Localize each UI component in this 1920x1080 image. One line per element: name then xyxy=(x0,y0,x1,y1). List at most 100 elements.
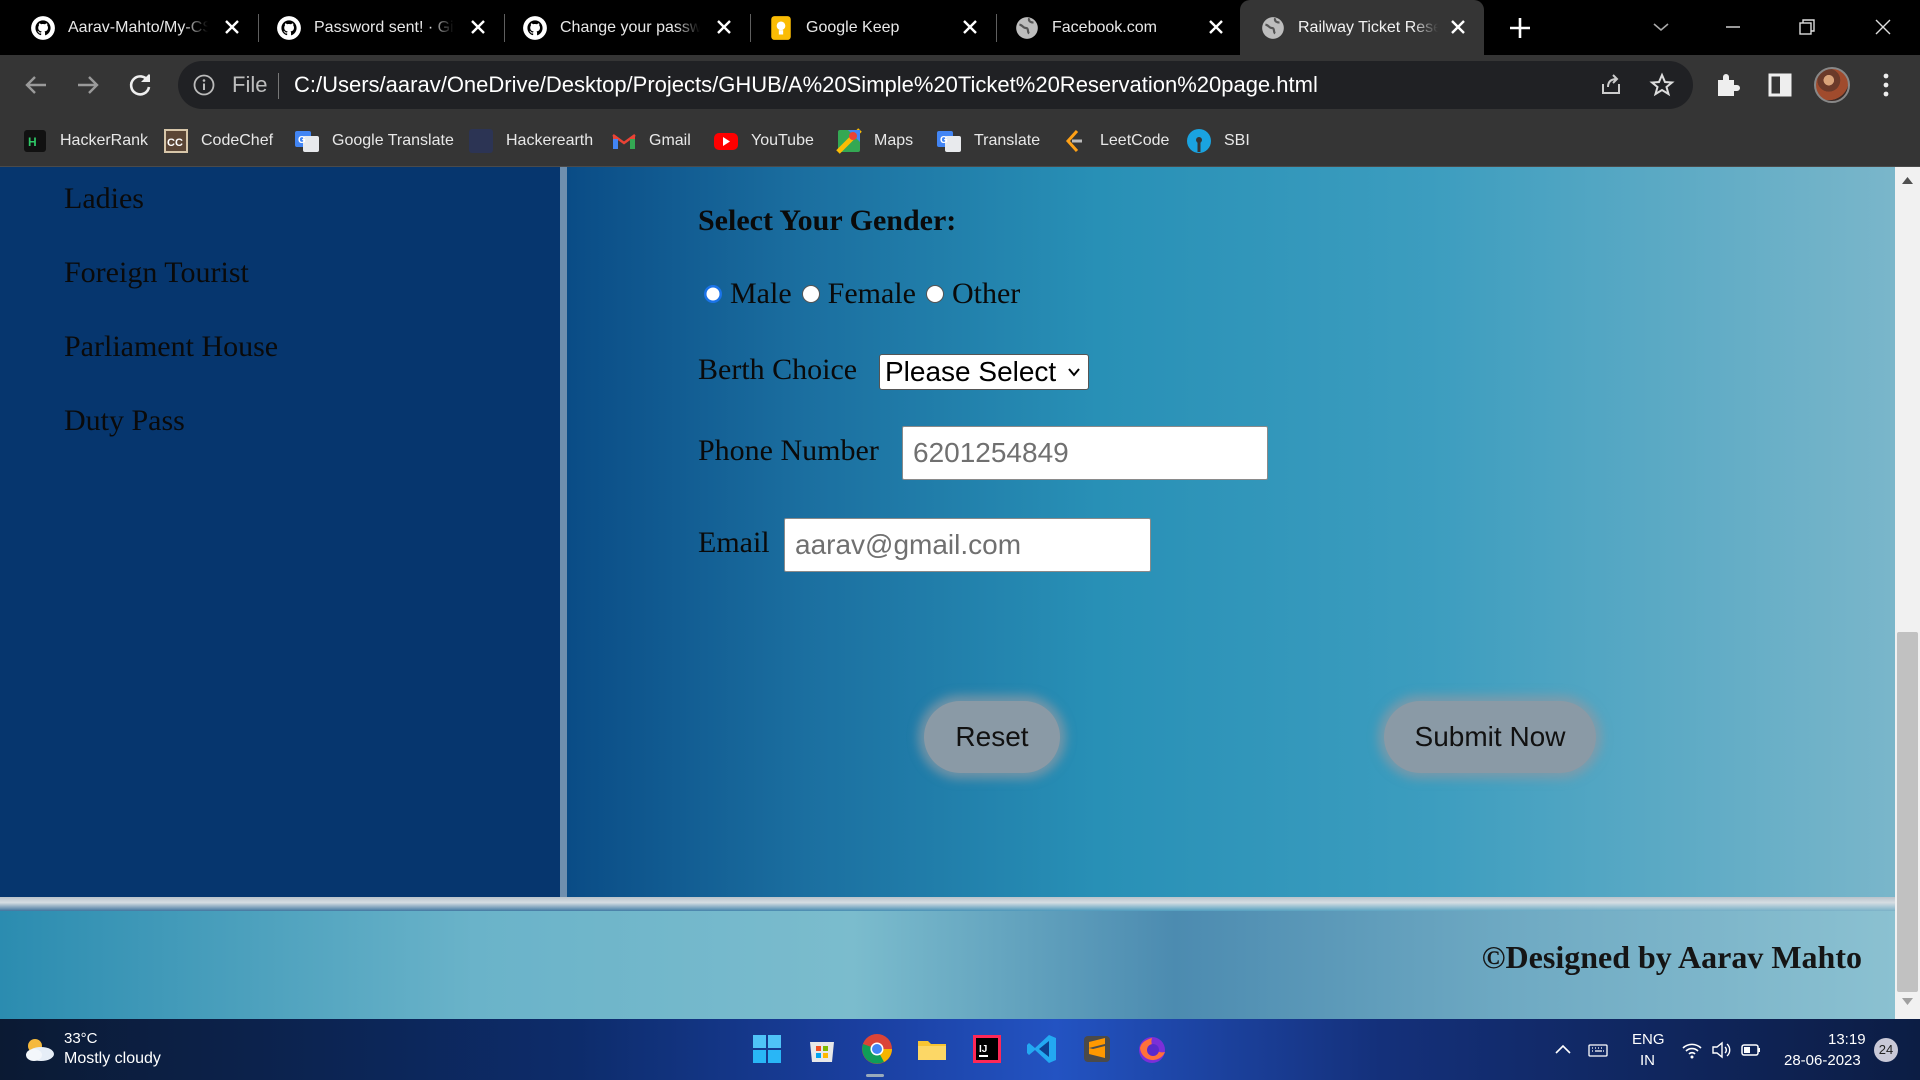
bookmark-youtube[interactable]: YouTube xyxy=(713,125,814,157)
sublime-text-icon[interactable] xyxy=(1080,1032,1114,1066)
scroll-thumb[interactable] xyxy=(1897,632,1918,992)
phone-number-input[interactable]: 6201254849 xyxy=(902,426,1268,480)
sidebar-divider xyxy=(560,167,567,897)
language-indicator[interactable]: ENG xyxy=(1632,1031,1665,1048)
side-panel-icon[interactable] xyxy=(1764,69,1796,101)
bookmark-label: HackerRank xyxy=(60,132,149,149)
svg-text:H: H xyxy=(28,135,37,149)
bookmark-hackerrank[interactable]: H HackerRank xyxy=(22,125,148,157)
new-tab-plus-icon[interactable] xyxy=(1506,14,1534,42)
tab-search-chevron-icon[interactable] xyxy=(1646,12,1676,42)
cloudy-weather-icon[interactable] xyxy=(22,1035,56,1063)
close-icon[interactable] xyxy=(222,17,242,37)
radio-male[interactable] xyxy=(704,285,722,303)
battery-icon[interactable] xyxy=(1740,1039,1762,1061)
codechef-icon: CC xyxy=(164,129,188,153)
bookmark-label: Google Translate xyxy=(332,132,454,149)
sidebar: Ladies Foreign Tourist Parliament House … xyxy=(0,167,560,897)
bookmark-google-translate[interactable]: G Google Translate xyxy=(294,125,454,157)
extensions-puzzle-icon[interactable] xyxy=(1712,69,1744,101)
tab-change-password[interactable]: Change your password xyxy=(492,0,738,55)
tab-google-keep[interactable]: Google Keep xyxy=(738,0,984,55)
sidebar-item-duty-pass[interactable]: Duty Pass xyxy=(64,403,185,439)
radio-female[interactable] xyxy=(801,285,820,303)
chevron-up-icon[interactable] xyxy=(1552,1039,1574,1061)
submit-now-button[interactable]: Submit Now xyxy=(1384,701,1596,773)
bookmark-codechef[interactable]: CC CodeChef xyxy=(163,125,273,157)
tab-facebook[interactable]: Facebook.com xyxy=(984,0,1230,55)
scroll-up-arrow-icon[interactable] xyxy=(1901,175,1914,185)
close-window-icon[interactable] xyxy=(1868,12,1898,42)
bookmarks-bar: H HackerRank CC CodeChef G Google Transl… xyxy=(0,115,1920,167)
footer-divider xyxy=(0,897,1895,911)
close-icon[interactable] xyxy=(960,17,980,37)
intellij-idea-icon[interactable]: IJ xyxy=(970,1032,1004,1066)
tab-title: Railway Ticket Reservation xyxy=(1298,19,1438,36)
sidebar-item-parliament-house[interactable]: Parliament House xyxy=(64,329,278,365)
speaker-volume-icon[interactable] xyxy=(1710,1039,1732,1061)
close-icon[interactable] xyxy=(714,17,734,37)
tab-github-my-css[interactable]: Aarav-Mahto/My-CSS xyxy=(0,0,246,55)
bookmark-gmail[interactable]: Gmail xyxy=(611,125,691,157)
sidebar-item-foreign-tourist[interactable]: Foreign Tourist xyxy=(64,255,249,291)
bookmark-label: Maps xyxy=(874,132,914,149)
svg-text:IJ: IJ xyxy=(979,1044,987,1055)
address-bar[interactable]: File C:/Users/aarav/OneDrive/Desktop/Pro… xyxy=(178,61,1693,109)
bookmark-star-icon[interactable] xyxy=(1649,72,1675,98)
bookmark-translate[interactable]: G Translate xyxy=(936,125,1040,157)
minimize-icon[interactable] xyxy=(1718,12,1748,42)
restore-icon[interactable] xyxy=(1792,12,1822,42)
clock-time[interactable]: 13:19 xyxy=(1828,1031,1866,1048)
wifi-icon[interactable] xyxy=(1681,1039,1703,1061)
info-icon[interactable] xyxy=(192,73,216,97)
tab-title: Change your password xyxy=(560,19,700,36)
tab-password-sent[interactable]: Password sent! · GitHub xyxy=(246,0,492,55)
bookmark-label: Translate xyxy=(974,132,1041,149)
bookmark-label: Gmail xyxy=(649,132,691,149)
radio-other[interactable] xyxy=(925,285,944,303)
bookmark-hackerearth[interactable]: Hackerearth xyxy=(468,125,593,157)
close-icon[interactable] xyxy=(468,17,488,37)
firefox-icon[interactable] xyxy=(1135,1032,1169,1066)
file-explorer-icon[interactable] xyxy=(915,1032,949,1066)
close-icon[interactable] xyxy=(1206,17,1226,37)
hackerearth-icon xyxy=(469,129,493,153)
url-text[interactable]: C:/Users/aarav/OneDrive/Desktop/Projects… xyxy=(294,73,1318,97)
email-input[interactable]: aarav@gmail.com xyxy=(784,518,1151,572)
leetcode-icon xyxy=(1065,129,1082,153)
chrome-icon[interactable] xyxy=(860,1032,894,1066)
translate-icon: G xyxy=(937,131,961,152)
maps-icon xyxy=(836,128,862,154)
microsoft-store-icon[interactable] xyxy=(805,1032,839,1066)
reset-button[interactable]: Reset xyxy=(924,701,1060,773)
close-icon[interactable] xyxy=(1448,17,1468,37)
radio-label-other: Other xyxy=(951,277,1021,310)
keyboard-icon[interactable] xyxy=(1587,1039,1609,1061)
back-arrow-icon[interactable] xyxy=(20,69,52,101)
bookmark-sbi[interactable]: SBI xyxy=(1186,125,1250,157)
bookmark-label: LeetCode xyxy=(1100,132,1170,149)
bookmark-maps[interactable]: Maps xyxy=(836,125,913,157)
clock-date[interactable]: 28-06-2023 xyxy=(1784,1052,1861,1069)
language-region: IN xyxy=(1640,1052,1655,1069)
scroll-down-arrow-icon[interactable] xyxy=(1901,997,1914,1007)
hackerrank-icon: H xyxy=(24,130,46,152)
vertical-scrollbar[interactable] xyxy=(1895,167,1920,1019)
berth-choice-select[interactable]: Please Select xyxy=(879,354,1089,390)
vscode-icon[interactable] xyxy=(1025,1032,1059,1066)
windows-start-icon[interactable] xyxy=(750,1032,784,1066)
globe-icon xyxy=(1262,17,1284,39)
profile-avatar[interactable] xyxy=(1814,67,1850,103)
forward-arrow-icon[interactable] xyxy=(72,69,104,101)
tab-title: Google Keep xyxy=(806,19,900,36)
share-icon[interactable] xyxy=(1598,72,1624,98)
bookmark-label: SBI xyxy=(1224,132,1250,149)
notification-count-badge[interactable]: 24 xyxy=(1874,1038,1898,1062)
reload-icon[interactable] xyxy=(124,69,156,101)
tab-railway-ticket[interactable]: Railway Ticket Reservation xyxy=(1240,0,1484,55)
menu-kebab-icon[interactable] xyxy=(1870,69,1902,101)
bookmark-label: YouTube xyxy=(751,132,814,149)
svg-text:G: G xyxy=(940,135,948,146)
bookmark-leetcode[interactable]: LeetCode xyxy=(1062,125,1169,157)
sidebar-item-ladies[interactable]: Ladies xyxy=(64,181,144,217)
